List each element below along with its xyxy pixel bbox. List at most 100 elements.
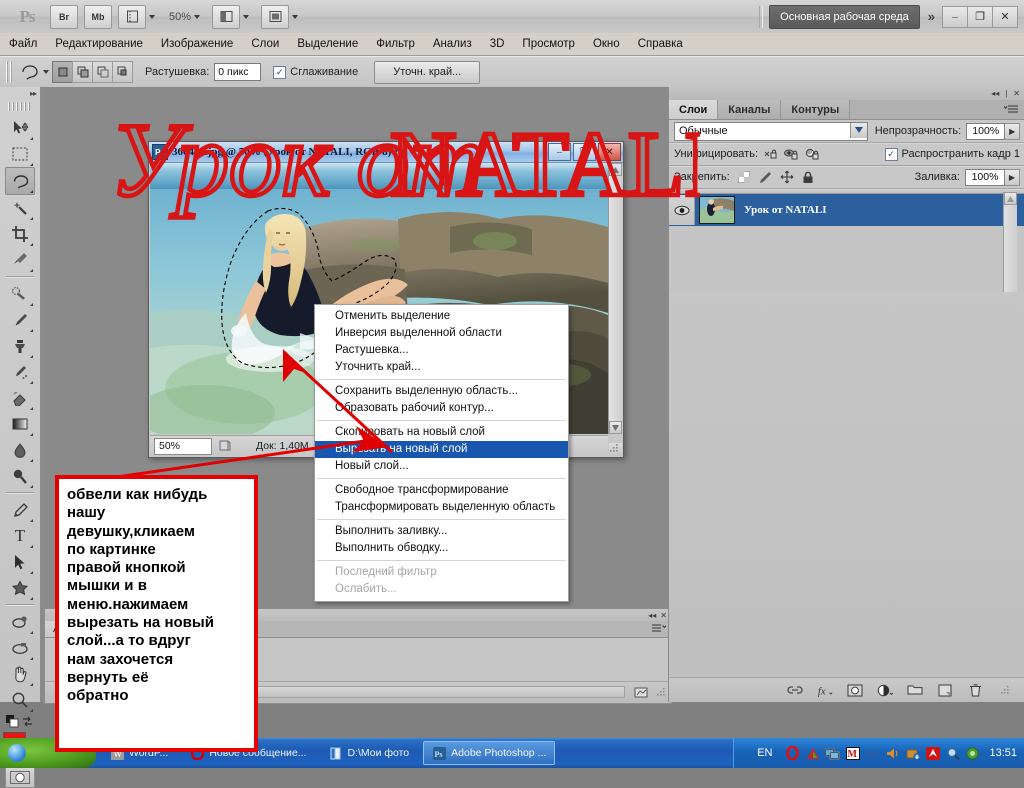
refine-edge-button[interactable]: Уточн. край... bbox=[374, 61, 480, 84]
dock-close-icon[interactable]: ✕ bbox=[1013, 89, 1020, 98]
taskbar-item-folder[interactable]: D:\Мои фото bbox=[320, 742, 417, 764]
mini-bridge-button[interactable]: Mb bbox=[84, 5, 112, 29]
update-tray-icon[interactable] bbox=[905, 746, 920, 761]
minimize-button[interactable]: – bbox=[942, 6, 968, 28]
document-restore-button[interactable]: ❐ bbox=[573, 143, 596, 161]
ctx-save-selection[interactable]: Сохранить выделенную область... bbox=[315, 383, 568, 400]
3d-rotate-tool[interactable] bbox=[6, 609, 34, 635]
ctx-new-layer[interactable]: Новый слой... bbox=[315, 458, 568, 475]
mail-tray-icon[interactable]: M bbox=[845, 746, 860, 761]
custom-shape-tool[interactable] bbox=[6, 575, 34, 601]
animation-timeline-slider[interactable] bbox=[217, 686, 625, 698]
horizontal-type-tool[interactable]: T bbox=[6, 523, 34, 549]
opacity-value[interactable]: 100% bbox=[966, 123, 1005, 140]
menu-3d[interactable]: 3D bbox=[481, 34, 514, 54]
lasso-preset-chevron-down-icon[interactable] bbox=[43, 70, 49, 74]
fill-value[interactable]: 100% bbox=[965, 169, 1005, 186]
adjustment-layer-icon[interactable] bbox=[877, 682, 893, 698]
view-extras-button[interactable] bbox=[118, 5, 146, 29]
clone-stamp-tool[interactable] bbox=[6, 333, 34, 359]
restore-button[interactable]: ❐ bbox=[967, 6, 993, 28]
blend-mode-chevron-down-icon[interactable] bbox=[850, 123, 867, 138]
scroll-down-arrow-icon[interactable] bbox=[609, 421, 622, 434]
layers-panel-resize-grip[interactable] bbox=[997, 682, 1013, 698]
opera-tray-icon[interactable] bbox=[785, 746, 800, 761]
tab-channels[interactable]: Каналы bbox=[718, 100, 781, 119]
antivirus-tray-icon[interactable] bbox=[925, 746, 940, 761]
convert-to-timeline-button[interactable] bbox=[631, 684, 651, 700]
menu-analysis[interactable]: Анализ bbox=[424, 34, 481, 54]
eyedropper-tool[interactable] bbox=[6, 247, 34, 273]
move-tool[interactable] bbox=[6, 115, 34, 141]
shield-tray-icon[interactable] bbox=[965, 746, 980, 761]
ctx-deselect[interactable]: Отменить выделение bbox=[315, 308, 568, 325]
document-close-button[interactable]: ✕ bbox=[598, 143, 621, 161]
arrange-documents-button[interactable] bbox=[212, 5, 240, 29]
add-to-selection-button[interactable] bbox=[72, 61, 93, 83]
eraser-tool[interactable] bbox=[6, 385, 34, 411]
network-tray-icon[interactable] bbox=[825, 746, 840, 761]
crop-tool[interactable] bbox=[6, 221, 34, 247]
ctx-inverse[interactable]: Инверсия выделенной области bbox=[315, 325, 568, 342]
document-preview-icon[interactable] bbox=[216, 439, 234, 454]
feather-input[interactable]: 0 пикс bbox=[214, 63, 261, 81]
ctx-fill[interactable]: Выполнить заливку... bbox=[315, 523, 568, 540]
new-selection-button[interactable] bbox=[52, 61, 73, 83]
unify-style-icon[interactable] bbox=[805, 148, 821, 161]
ctx-feather[interactable]: Растушевка... bbox=[315, 342, 568, 359]
history-brush-tool[interactable] bbox=[6, 359, 34, 385]
menu-filter[interactable]: Фильтр bbox=[367, 34, 424, 54]
view-extras-chevron-down-icon[interactable] bbox=[149, 15, 155, 19]
layers-list-scrollbar[interactable] bbox=[1003, 192, 1017, 292]
lock-transparency-icon[interactable] bbox=[738, 171, 750, 183]
document-zoom-field[interactable]: 50% bbox=[154, 438, 212, 455]
volume-tray-icon[interactable] bbox=[865, 746, 880, 761]
layers-panel-menu-icon[interactable] bbox=[998, 100, 1024, 119]
default-colors-icon[interactable] bbox=[6, 715, 19, 728]
taskbar-item-photoshop[interactable]: Ps Adobe Photoshop ... bbox=[423, 741, 555, 765]
toolbox-gripper[interactable] bbox=[8, 102, 32, 111]
subtract-from-selection-button[interactable] bbox=[92, 61, 113, 83]
layers-scroll-up-arrow-icon[interactable] bbox=[1004, 192, 1017, 205]
scroll-up-arrow-icon[interactable] bbox=[609, 163, 622, 176]
workspace-more-chevron-icon[interactable]: » bbox=[928, 9, 935, 24]
menu-selection[interactable]: Выделение bbox=[288, 34, 367, 54]
document-resize-grip[interactable] bbox=[609, 443, 622, 456]
ctx-free-transform[interactable]: Свободное трансформирование bbox=[315, 482, 568, 499]
ctx-refine-edge[interactable]: Уточнить край... bbox=[315, 359, 568, 376]
menu-window[interactable]: Окно bbox=[584, 34, 629, 54]
dock-collapse-icon[interactable]: ◂◂ bbox=[991, 89, 999, 98]
tab-paths[interactable]: Контуры bbox=[781, 100, 850, 119]
screen-mode-button[interactable] bbox=[261, 5, 289, 29]
pen-tool[interactable] bbox=[6, 497, 34, 523]
speaker-tray-icon[interactable] bbox=[885, 746, 900, 761]
bridge-button[interactable]: Br bbox=[50, 5, 78, 29]
lock-image-pixels-icon[interactable] bbox=[758, 171, 772, 184]
document-minimize-button[interactable]: – bbox=[548, 143, 571, 161]
delete-layer-icon[interactable] bbox=[967, 682, 983, 698]
gradient-tool[interactable] bbox=[6, 411, 34, 437]
zoom-tool[interactable] bbox=[6, 687, 34, 713]
magic-wand-tool[interactable] bbox=[6, 195, 34, 221]
unify-visibility-icon[interactable] bbox=[784, 148, 800, 161]
zoom-chevron-down-icon[interactable] bbox=[194, 15, 200, 19]
hand-tool[interactable] bbox=[6, 661, 34, 687]
menu-image[interactable]: Изображение bbox=[152, 34, 242, 54]
search-tray-icon[interactable] bbox=[945, 746, 960, 761]
swap-colors-icon[interactable] bbox=[21, 715, 34, 728]
canvas-vertical-scrollbar[interactable] bbox=[608, 163, 622, 434]
tab-layers[interactable]: Слои bbox=[669, 100, 718, 119]
unify-position-icon[interactable] bbox=[764, 148, 779, 161]
ctx-make-work-path[interactable]: Образовать рабочий контур... bbox=[315, 400, 568, 417]
layer-style-icon[interactable]: fx bbox=[817, 682, 833, 698]
panel-collapse-icon[interactable]: ◂◂ bbox=[648, 611, 656, 620]
spot-healing-brush-tool[interactable] bbox=[6, 281, 34, 307]
language-indicator[interactable]: EN bbox=[757, 747, 772, 759]
dodge-tool[interactable] bbox=[6, 463, 34, 489]
menu-layers[interactable]: Слои bbox=[242, 34, 288, 54]
menu-view[interactable]: Просмотр bbox=[513, 34, 584, 54]
ctx-stroke[interactable]: Выполнить обводку... bbox=[315, 540, 568, 557]
document-title-bar[interactable]: Ps 366419.jpg @ 50% (Урок от NATALI, RGB… bbox=[149, 142, 623, 163]
brush-tool[interactable] bbox=[6, 307, 34, 333]
lock-position-icon[interactable] bbox=[780, 170, 794, 184]
